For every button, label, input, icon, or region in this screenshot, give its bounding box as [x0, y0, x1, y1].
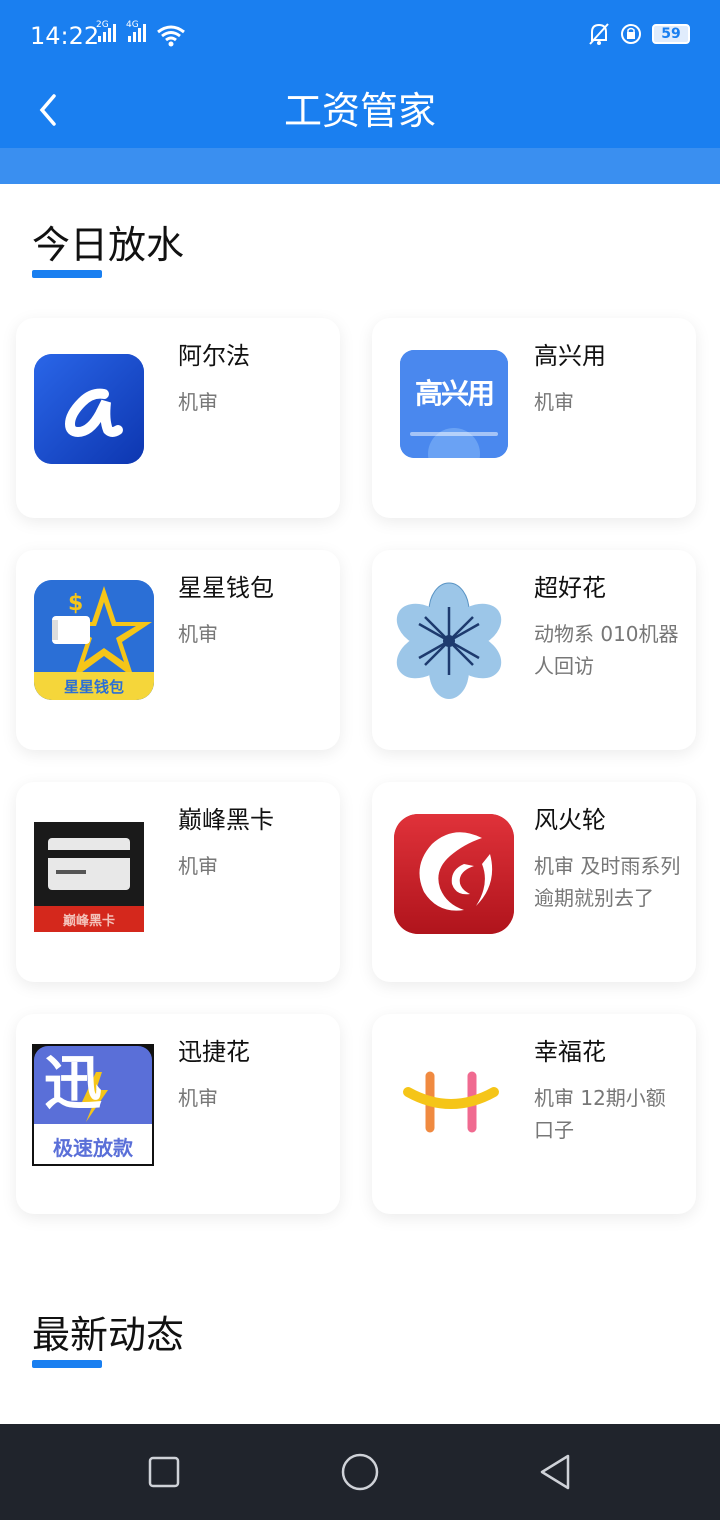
- app-card-fenghuolun[interactable]: 风火轮 机审 及时雨系列逾期就别去了: [372, 782, 696, 982]
- app-name: 超好花: [534, 574, 606, 602]
- star-wallet-logo-icon: $ 星星钱包: [34, 580, 154, 700]
- home-button[interactable]: [340, 1452, 380, 1492]
- section-title-today: 今日放水: [32, 223, 185, 267]
- app-card-xunjie[interactable]: 迅 极速放款 迅捷花 机审: [16, 1014, 340, 1214]
- xunjie-logo-icon: 迅 极速放款: [32, 1044, 154, 1166]
- triangle-back-icon: [540, 1454, 570, 1490]
- signal-4g-icon: 4G: [126, 20, 146, 42]
- status-bar: 14:22 2G 4G 59: [0, 0, 720, 72]
- header-sub-bar: [0, 148, 720, 184]
- app-card-xingxing[interactable]: $ 星星钱包 星星钱包 机审: [16, 550, 340, 750]
- section-underline: [32, 270, 102, 278]
- section-title-latest: 最新动态: [32, 1313, 185, 1357]
- app-name: 迅捷花: [178, 1038, 250, 1066]
- app-desc: 机审: [178, 622, 218, 646]
- app-name: 幸福花: [534, 1038, 606, 1066]
- app-desc: 机审: [178, 390, 218, 414]
- app-desc: 机审: [178, 854, 218, 878]
- rotation-lock-icon: [621, 24, 641, 44]
- app-card-dianfeng[interactable]: 巅峰黑卡 巅峰黑卡 机审: [16, 782, 340, 982]
- logo-text: 巅峰黑卡: [62, 914, 115, 929]
- alpha-logo-icon: [34, 354, 144, 464]
- app-desc: 机审 及时雨系列逾期就别去了: [534, 854, 681, 910]
- flower-logo-icon: [388, 580, 510, 702]
- app-desc: 机审: [178, 1086, 218, 1110]
- app-card-gaoxing[interactable]: 高兴用 高兴用 机审: [372, 318, 696, 518]
- app-desc: 机审 12期小额口子: [534, 1086, 666, 1142]
- app-card-chaohaohua[interactable]: 超好花 动物系 010机器人回访: [372, 550, 696, 750]
- signal-2g-icon: 2G: [96, 20, 116, 42]
- wifi-icon: [157, 25, 185, 47]
- black-card-logo-icon: 巅峰黑卡: [34, 822, 144, 932]
- app-name: 高兴用: [534, 342, 606, 370]
- app-bar: 工资管家: [0, 72, 720, 148]
- logo-text: 高兴用: [414, 377, 495, 410]
- fire-wheel-logo-icon: [394, 814, 514, 934]
- logo-text: 星星钱包: [63, 678, 124, 696]
- app-card-xingfu[interactable]: 幸福花 机审 12期小额口子: [372, 1014, 696, 1214]
- system-nav-bar: [0, 1424, 720, 1520]
- app-desc: 机审: [534, 390, 574, 414]
- gaoxing-logo-icon: 高兴用: [400, 350, 508, 458]
- app-name: 阿尔法: [178, 342, 250, 370]
- bell-mute-icon: [589, 23, 609, 45]
- app-card-alpha[interactable]: 阿尔法 机审: [16, 318, 340, 518]
- app-desc: 动物系 010机器人回访: [534, 622, 679, 678]
- status-time: 14:22: [30, 22, 100, 50]
- battery-indicator: 59: [652, 24, 690, 44]
- logo-text: 极速放款: [53, 1136, 133, 1160]
- section-underline: [32, 1360, 102, 1368]
- logo-text: 迅: [44, 1049, 103, 1117]
- app-name: 巅峰黑卡: [178, 806, 274, 834]
- circle-icon: [341, 1453, 379, 1491]
- svg-text:$: $: [68, 591, 83, 616]
- page-title: 工资管家: [283, 89, 436, 133]
- happy-flower-logo-icon: [392, 1046, 512, 1166]
- recent-apps-button[interactable]: [144, 1452, 184, 1492]
- app-name: 星星钱包: [178, 574, 274, 602]
- app-name: 风火轮: [534, 806, 606, 834]
- square-icon: [148, 1456, 180, 1488]
- back-nav-button[interactable]: [536, 1452, 576, 1492]
